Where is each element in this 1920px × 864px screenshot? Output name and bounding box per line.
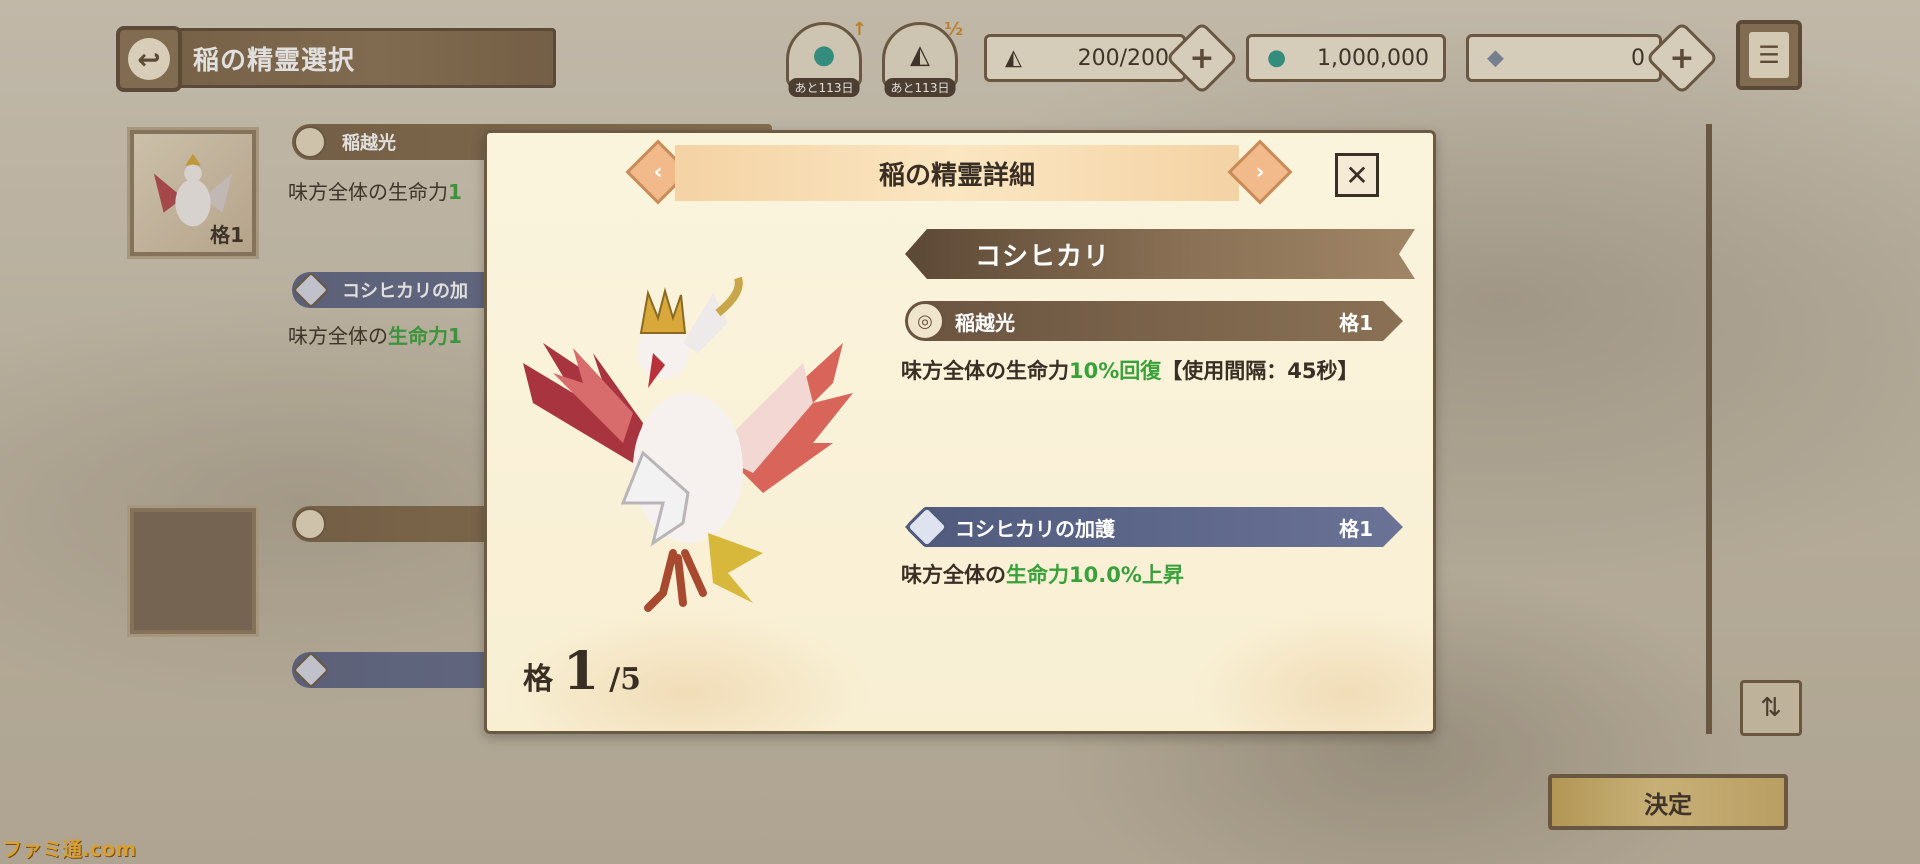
skill2-name: コシヒカリの加護 bbox=[955, 516, 1115, 541]
close-icon: ✕ bbox=[1345, 158, 1369, 192]
spirit-name-banner: コシヒカリ bbox=[905, 229, 1415, 279]
rice-emblem-icon: ◎ bbox=[905, 301, 945, 341]
skill1-name: 稲越光 bbox=[955, 310, 1015, 335]
spirit-name: コシヒカリ bbox=[975, 241, 1111, 272]
spirit-detail-modal: ‹ 稲の精霊詳細 › ✕ 格 1 /5 コシヒカリ 稲越光 格1 ◎ 味方全体の… bbox=[484, 130, 1436, 734]
spirit-illustration bbox=[523, 276, 853, 612]
close-button[interactable]: ✕ bbox=[1335, 153, 1379, 197]
next-arrow-icon: › bbox=[1255, 159, 1265, 185]
skill2-desc: 味方全体の生命力10.0%上昇 bbox=[901, 563, 1184, 587]
grade-label: 格 bbox=[523, 662, 553, 697]
skill1-grade: 格1 bbox=[1339, 310, 1373, 335]
modal-title: 稲の精霊詳細 bbox=[675, 145, 1239, 201]
grade-max: /5 bbox=[609, 662, 642, 697]
skill2-grade: 格1 bbox=[1339, 516, 1373, 541]
spirit-grade: 格 1 /5 bbox=[523, 641, 641, 702]
skill1-bar: 稲越光 格1 bbox=[905, 301, 1403, 341]
skill1-desc: 味方全体の生命力10%回復【使用間隔：45秒】 bbox=[901, 359, 1359, 383]
prev-arrow-icon: ‹ bbox=[653, 159, 663, 185]
skill2-bar: コシヒカリの加護 格1 bbox=[905, 507, 1403, 547]
grade-current: 1 bbox=[563, 641, 600, 702]
